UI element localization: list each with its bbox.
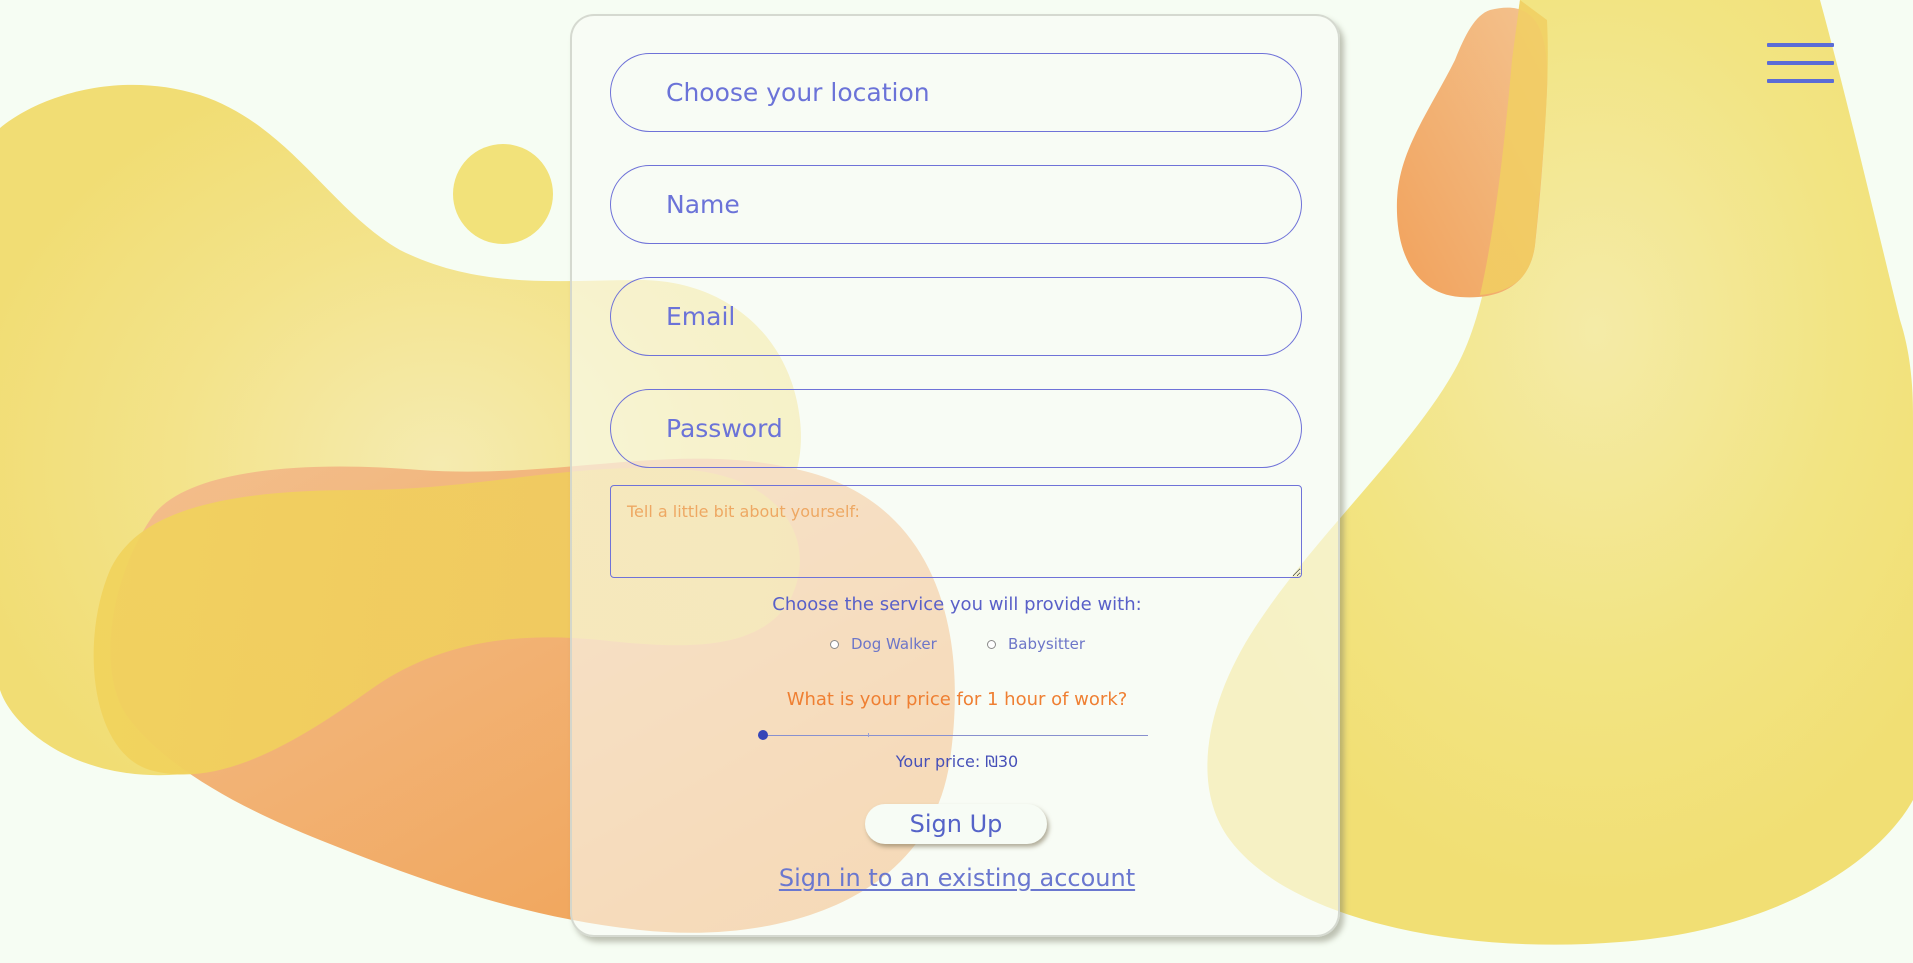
- price-slider[interactable]: [758, 728, 1148, 742]
- service-option-dog-walker[interactable]: Dog Walker: [830, 634, 937, 654]
- radio-button[interactable]: [987, 639, 996, 649]
- email-input[interactable]: [610, 277, 1302, 356]
- sign-in-link[interactable]: Sign in to an existing account: [572, 864, 1342, 892]
- service-title: Choose the service you will provide with…: [772, 594, 1142, 615]
- service-option-babysitter[interactable]: Babysitter: [987, 634, 1085, 654]
- sign-up-button[interactable]: Sign Up: [865, 804, 1047, 844]
- slider-track: [758, 735, 1148, 736]
- slider-thumb[interactable]: [758, 730, 768, 740]
- signup-form-card: Choose the service you will provide with…: [570, 14, 1340, 937]
- service-option-label: Dog Walker: [851, 635, 937, 653]
- menu-line: [1767, 43, 1834, 47]
- menu-line: [1767, 79, 1834, 83]
- password-input[interactable]: [610, 389, 1302, 468]
- price-question: What is your price for 1 hour of work?: [786, 689, 1128, 710]
- page: Choose the service you will provide with…: [0, 0, 1913, 963]
- radio-button[interactable]: [830, 639, 839, 649]
- service-option-label: Babysitter: [1008, 635, 1086, 653]
- menu-line: [1767, 61, 1834, 65]
- slider-tick: [868, 733, 869, 737]
- price-value: Your price: ₪30: [895, 752, 1019, 771]
- location-input[interactable]: [610, 53, 1302, 132]
- about-textarea[interactable]: [610, 485, 1302, 578]
- name-input[interactable]: [610, 165, 1302, 244]
- blob-small-circle: [453, 144, 553, 244]
- hamburger-menu-icon[interactable]: [1767, 41, 1835, 85]
